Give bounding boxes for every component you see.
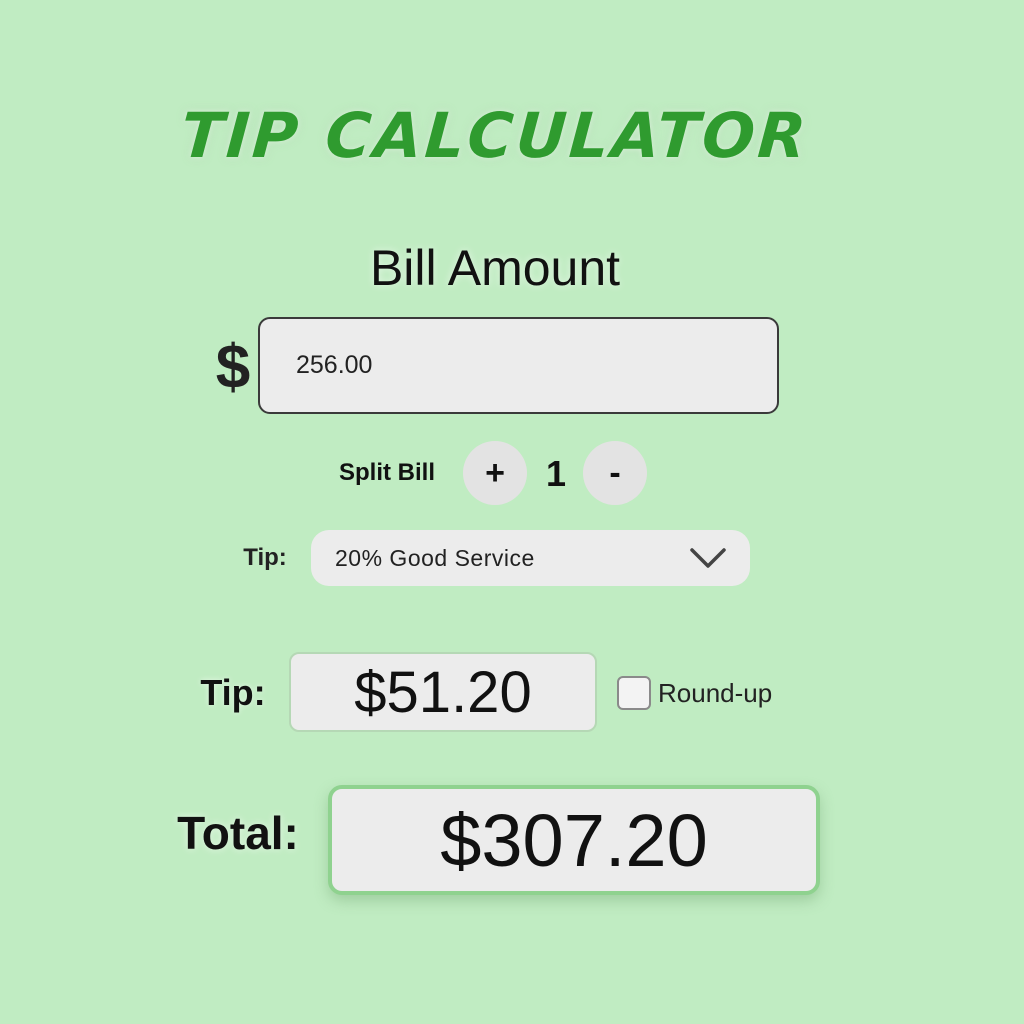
bill-amount-heading: Bill Amount <box>369 240 621 296</box>
tip-amount-display: $51.20 <box>289 652 597 732</box>
bill-amount-input[interactable] <box>258 317 779 414</box>
tip-result-label: Tip: <box>200 672 266 713</box>
app-title: TIP CALCULATOR <box>178 98 812 172</box>
split-decrement-button[interactable]: - <box>583 441 647 505</box>
split-increment-button[interactable]: + <box>463 441 527 505</box>
tip-select-label: Tip: <box>243 544 287 571</box>
roundup-label[interactable]: Round-up <box>658 674 798 712</box>
roundup-checkbox[interactable] <box>617 676 651 710</box>
tip-selected-option: 20% Good Service <box>335 544 535 571</box>
split-bill-label: Split Bill <box>339 459 435 486</box>
chevron-down-icon <box>690 547 726 569</box>
tip-percentage-dropdown[interactable]: 20% Good Service <box>311 530 750 586</box>
total-label: Total: <box>177 807 299 859</box>
tip-amount-value: $51.20 <box>354 659 532 725</box>
total-amount-display: $307.20 <box>328 785 820 895</box>
split-count: 1 <box>545 453 567 494</box>
total-amount-value: $307.20 <box>440 798 708 882</box>
currency-symbol: $ <box>215 332 251 402</box>
